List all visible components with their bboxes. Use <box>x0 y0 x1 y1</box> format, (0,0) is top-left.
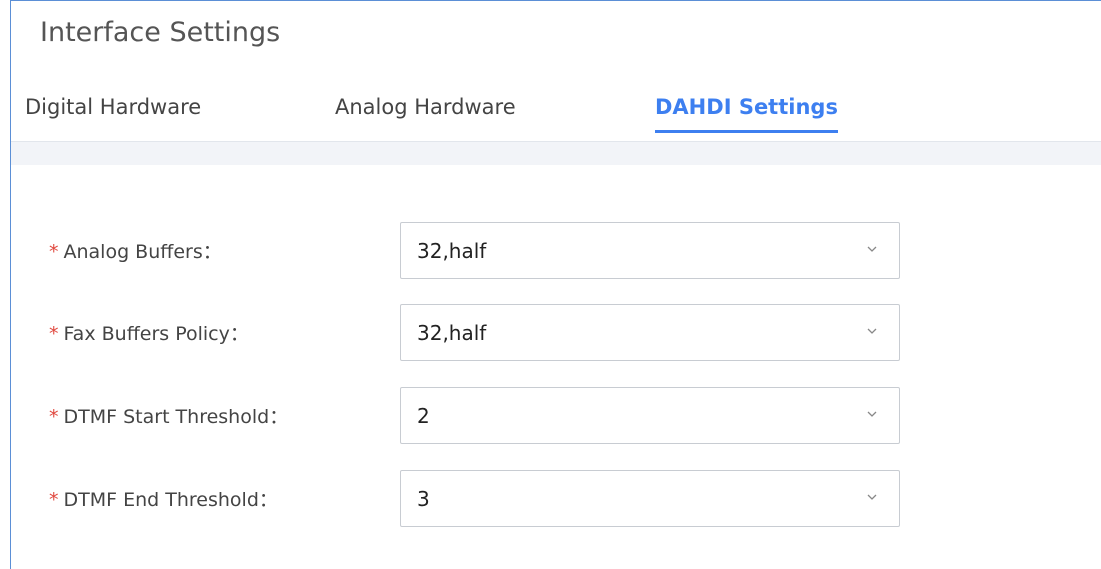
page-title: Interface Settings <box>40 17 281 48</box>
required-asterisk: * <box>49 323 59 345</box>
required-asterisk: * <box>49 241 59 263</box>
required-asterisk: * <box>49 489 59 511</box>
tab-digital-hardware[interactable]: Digital Hardware <box>25 95 201 133</box>
chevron-down-icon <box>867 494 877 500</box>
analog-buffers-value: 32,half <box>417 239 487 263</box>
chevron-down-icon <box>867 246 877 252</box>
fax-buffers-policy-value: 32,half <box>417 321 487 345</box>
analog-buffers-label: * Analog Buffers： <box>49 237 222 264</box>
dtmf-start-threshold-select[interactable]: 2 <box>400 387 900 444</box>
form-row-dtmf-end-threshold: * DTMF End Threshold： 3 <box>11 470 1101 528</box>
fax-buffers-policy-label-text: Fax Buffers Policy： <box>63 323 249 345</box>
fax-buffers-policy-label: * Fax Buffers Policy： <box>49 319 249 346</box>
form-row-fax-buffers-policy: * Fax Buffers Policy： 32,half <box>11 304 1101 362</box>
chevron-down-icon <box>867 328 877 334</box>
dtmf-end-threshold-select[interactable]: 3 <box>400 470 900 527</box>
analog-buffers-select[interactable]: 32,half <box>400 222 900 279</box>
dtmf-start-threshold-label: * DTMF Start Threshold： <box>49 402 288 429</box>
dtmf-end-threshold-label: * DTMF End Threshold： <box>49 485 278 512</box>
tab-analog-hardware[interactable]: Analog Hardware <box>335 95 516 133</box>
tab-dahdi-settings[interactable]: DAHDI Settings <box>655 95 838 133</box>
settings-panel: Interface Settings Digital Hardware Anal… <box>10 0 1101 569</box>
section-divider <box>11 141 1101 165</box>
chevron-down-icon <box>867 411 877 417</box>
tab-bar: Digital Hardware Analog Hardware DAHDI S… <box>11 71 1101 141</box>
dtmf-start-threshold-value: 2 <box>417 404 430 428</box>
fax-buffers-policy-select[interactable]: 32,half <box>400 304 900 361</box>
form-row-dtmf-start-threshold: * DTMF Start Threshold： 2 <box>11 387 1101 445</box>
form-row-analog-buffers: * Analog Buffers： 32,half <box>11 222 1101 280</box>
required-asterisk: * <box>49 406 59 428</box>
dtmf-end-threshold-value: 3 <box>417 487 430 511</box>
dtmf-end-threshold-label-text: DTMF End Threshold： <box>63 489 278 511</box>
analog-buffers-label-text: Analog Buffers： <box>63 241 222 263</box>
dtmf-start-threshold-label-text: DTMF Start Threshold： <box>63 406 289 428</box>
